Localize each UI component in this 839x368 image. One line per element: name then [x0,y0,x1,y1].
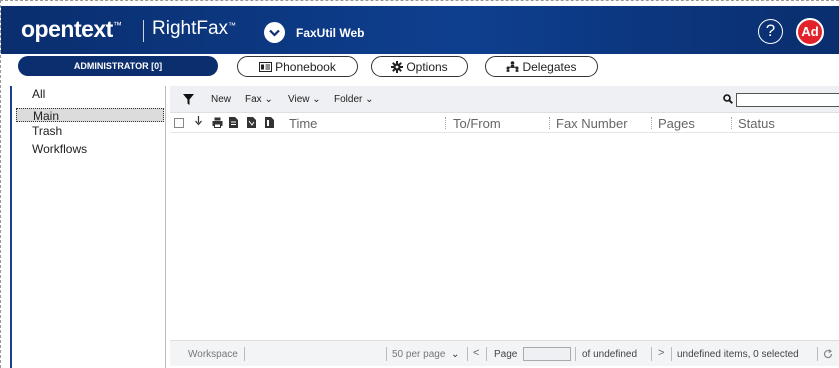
view-menu[interactable]: View ⌄ [288,94,321,105]
printer-icon[interactable] [212,117,223,128]
page-number-input[interactable] [523,347,571,361]
select-all-checkbox[interactable] [174,118,184,128]
filter-icon[interactable] [183,94,194,105]
brand-divider [143,20,144,42]
chevron-down-icon: ⌄ [264,94,273,105]
delegates-button[interactable]: Delegates [485,56,598,77]
selection-status: undefined items, 0 selected [677,349,799,360]
footer-divider [486,347,487,361]
column-header-status[interactable]: Status [738,116,775,131]
top-toolbar: ADMINISTRATOR [0] Phonebook Options Dele… [1,54,839,81]
folder-menu-label: Folder [334,94,363,105]
document-icon[interactable] [229,117,238,128]
app-switcher-button[interactable] [264,22,285,43]
page-count-text: of undefined [582,349,638,360]
column-divider[interactable] [445,117,446,129]
footer-divider [817,347,818,361]
folder-sidebar: All Main Trash Workflows [10,86,166,368]
options-button[interactable]: Options [371,56,468,77]
footer-divider [386,347,387,361]
sidebar-item-main[interactable]: Main [16,108,164,123]
options-label: Options [406,59,448,74]
sidebar-item-trash[interactable]: Trash [16,124,164,138]
chevron-down-icon: ⌄ [312,94,321,105]
column-divider[interactable] [651,117,652,129]
per-page-select[interactable]: 50 per page ⌄ [392,349,459,360]
column-header-fax-number[interactable]: Fax Number [556,116,628,131]
sidebar-item-all[interactable]: All [16,87,164,101]
help-button[interactable]: ? [758,19,783,44]
footer-divider [671,347,672,361]
table-header: Time To/From Fax Number Pages Status [170,113,839,133]
delegates-label: Delegates [522,59,577,74]
gear-icon [391,60,404,73]
fax-list-panel: New Fax ⌄ View ⌄ Folder ⌄ Time To/From F… [170,86,839,368]
chevron-down-icon: ⌄ [450,349,460,360]
refresh-icon[interactable] [823,349,833,359]
pagination-bar: Workspace 50 per page ⌄ < Page of undefi… [170,340,839,366]
user-mailbox-button[interactable]: ADMINISTRATOR [0] [18,56,218,76]
footer-divider [244,347,245,361]
column-header-time[interactable]: Time [289,116,317,131]
next-page-button[interactable]: > [658,347,664,359]
workspace-button[interactable]: Workspace [188,349,238,360]
fax-menu[interactable]: Fax ⌄ [245,94,273,105]
chevron-down-icon: ⌄ [365,94,374,105]
fax-menu-label: Fax [245,94,262,105]
phonebook-label: Phonebook [275,59,336,74]
document-pdf-icon[interactable] [247,117,256,128]
footer-divider [467,347,468,361]
page-label: Page [494,349,518,360]
app-name: FaxUtil Web [296,26,365,40]
app-header: opentext™ RightFax™ FaxUtil Web ? Ad [1,6,839,54]
column-divider[interactable] [731,117,732,129]
table-body [170,133,839,340]
chevron-down-icon [269,29,280,37]
per-page-label: 50 per page [392,349,446,360]
brand-logo: opentext™ [21,16,122,42]
phonebook-button[interactable]: Phonebook [237,56,358,77]
column-divider[interactable] [549,117,550,129]
delegates-icon [506,61,519,72]
sort-icon[interactable] [195,116,202,126]
column-header-to-from[interactable]: To/From [453,116,501,131]
user-avatar[interactable]: Ad [796,18,824,46]
sidebar-item-workflows[interactable]: Workflows [16,142,164,156]
phonebook-icon [259,61,273,72]
search-input[interactable] [736,93,839,107]
new-button[interactable]: New [211,94,231,105]
folder-menu[interactable]: Folder ⌄ [334,94,374,105]
footer-divider [651,347,652,361]
footer-divider [575,347,576,361]
column-header-pages[interactable]: Pages [658,116,695,131]
previous-page-button[interactable]: < [473,347,479,359]
action-bar: New Fax ⌄ View ⌄ Folder ⌄ [170,86,839,113]
product-name: RightFax™ [152,18,237,39]
view-menu-label: View [288,94,310,105]
document-attach-icon[interactable] [265,117,274,128]
search-icon [723,94,733,104]
